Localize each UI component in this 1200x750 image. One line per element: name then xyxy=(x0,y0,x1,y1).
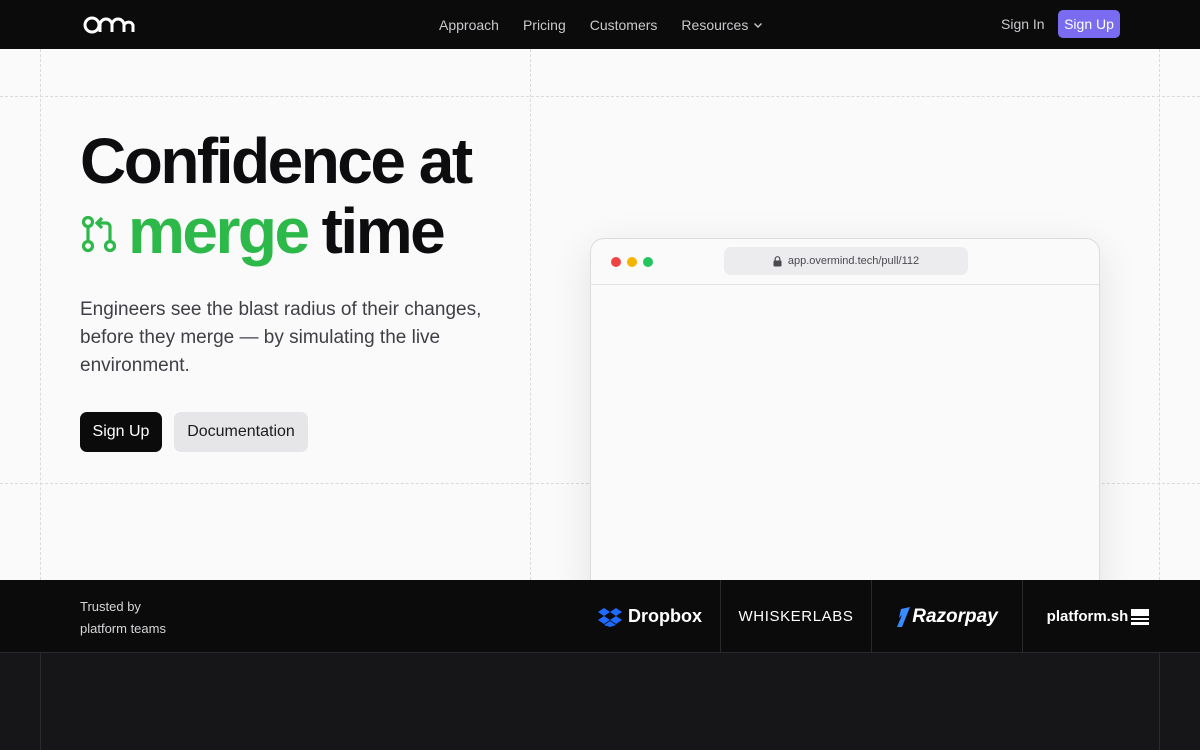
hero-title-line2: merge time xyxy=(80,196,540,266)
trusted-by-label: Trusted by platform teams xyxy=(80,596,166,640)
url-bar: app.overmind.tech/pull/112 xyxy=(724,247,968,275)
maximize-dot-icon xyxy=(643,257,653,267)
grid-line xyxy=(40,653,41,750)
documentation-button[interactable]: Documentation xyxy=(174,412,308,452)
grid-line xyxy=(40,49,41,580)
nav-resources-label: Resources xyxy=(681,16,749,33)
nav-sign-up-button[interactable]: Sign Up xyxy=(1058,10,1120,38)
trusted-by-line1: Trusted by xyxy=(80,599,141,614)
hero-title-line1: Confidence at xyxy=(80,125,473,197)
browser-toolbar: app.overmind.tech/pull/112 xyxy=(591,239,1099,285)
brand-whiskerlabs: WHISKERLABS xyxy=(738,608,854,625)
close-dot-icon xyxy=(611,257,621,267)
brand-platformsh: platform.sh xyxy=(1023,580,1173,653)
hero-sign-up-button[interactable]: Sign Up xyxy=(80,412,162,452)
chevron-down-icon xyxy=(754,22,763,28)
nav-customers-link[interactable]: Customers xyxy=(590,17,658,33)
brand-dropbox: Dropbox xyxy=(580,580,720,653)
razorpay-logo-icon xyxy=(897,606,911,627)
trusted-by-strip: Trusted by platform teams Dropbox WHISKE… xyxy=(0,580,1200,653)
top-navbar: Approach Pricing Customers Resources Sig… xyxy=(0,0,1200,49)
brand-platformsh-name: platform.sh xyxy=(1046,608,1129,625)
trusted-by-line2: platform teams xyxy=(80,621,166,636)
minimize-dot-icon xyxy=(627,257,637,267)
grid-line xyxy=(1159,49,1160,580)
hero-title-highlight: merge xyxy=(128,195,310,267)
lock-icon xyxy=(773,255,782,266)
grid-line xyxy=(0,96,1200,97)
dropbox-logo-icon xyxy=(598,607,622,627)
hero-title-end: time xyxy=(321,195,446,267)
hero-subtitle: Engineers see the blast radius of their … xyxy=(80,299,482,376)
sign-in-link[interactable]: Sign In xyxy=(1001,16,1045,32)
url-text: app.overmind.tech/pull/112 xyxy=(787,255,920,267)
brand-dropbox-name: Dropbox xyxy=(628,606,702,626)
platformsh-logo-icon xyxy=(1131,608,1150,625)
hero-title: Confidence at merge time xyxy=(80,126,540,266)
dark-section xyxy=(0,653,1200,750)
browser-mockup: app.overmind.tech/pull/112 xyxy=(590,238,1100,598)
nav-links: Approach Pricing Customers Resources xyxy=(439,0,763,49)
brand-razorpay: Razorpay xyxy=(872,580,1022,653)
git-pull-request-icon xyxy=(81,215,117,253)
grid-line xyxy=(1159,653,1160,750)
nav-resources-dropdown[interactable]: Resources xyxy=(681,17,763,33)
nav-approach-link[interactable]: Approach xyxy=(439,17,499,33)
overmind-logo-icon[interactable] xyxy=(83,15,135,35)
brand-razorpay-name: Razorpay xyxy=(912,605,998,627)
nav-pricing-link[interactable]: Pricing xyxy=(523,17,566,33)
